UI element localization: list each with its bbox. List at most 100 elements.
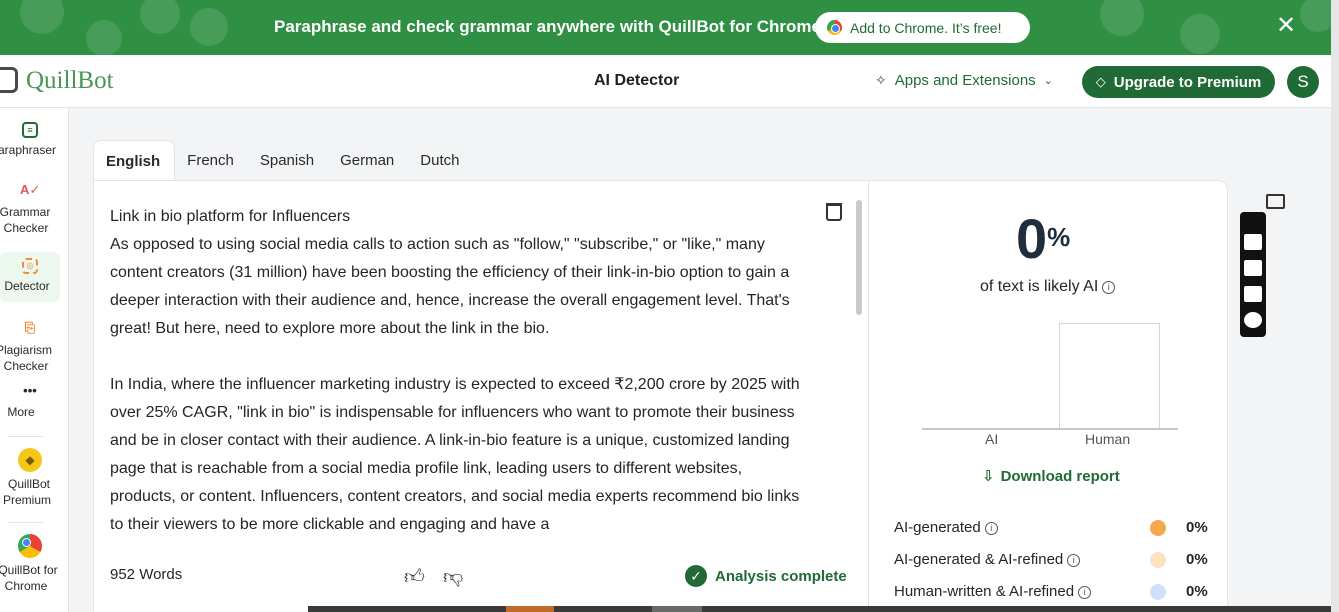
chrome-icon bbox=[827, 20, 842, 35]
tab-dutch[interactable]: Dutch bbox=[408, 140, 473, 181]
tab-german[interactable]: German bbox=[328, 140, 408, 181]
sidebar-divider bbox=[8, 522, 44, 523]
banner-text: Paraphrase and check grammar anywhere wi… bbox=[274, 17, 821, 36]
quillbot-logo[interactable]: QuillBot bbox=[26, 67, 114, 95]
paraphraser-icon: ≡ bbox=[22, 122, 38, 138]
sidebar-label: Plagiarism bbox=[0, 343, 52, 357]
word-count: 952 Words bbox=[110, 566, 183, 583]
percent-sign: % bbox=[1047, 222, 1071, 252]
ai-percentage-value: 0 bbox=[1016, 207, 1048, 270]
results-panel: 0% of text is likely AI i AI Human ⇩ Downl… bbox=[870, 181, 1228, 612]
plagiarism-icon: ⎘ bbox=[24, 320, 36, 335]
top-header: QuillBot AI Detector ✧ Apps and Extensio… bbox=[0, 55, 1331, 108]
legend-row-human-ai-refined: Human-written & AI-refined i 0% bbox=[894, 583, 1214, 603]
language-tabs: English French Spanish German Dutch bbox=[93, 140, 473, 181]
taskbar-strip bbox=[308, 606, 1331, 612]
info-icon[interactable]: i bbox=[1102, 281, 1116, 294]
banner-decor-icon bbox=[1100, 0, 1144, 36]
feedback-chat-icon[interactable] bbox=[1266, 194, 1285, 209]
upgrade-label: Upgrade to Premium bbox=[1113, 73, 1262, 91]
analysis-status: ✓ Analysis complete bbox=[685, 565, 847, 587]
sidebar-item-more[interactable]: ••• More bbox=[0, 383, 60, 420]
window-scrollbar[interactable] bbox=[1331, 0, 1339, 612]
sidebar-label: Paraphraser bbox=[0, 143, 57, 157]
sidebar-label: Detector bbox=[4, 279, 50, 293]
settings-gear-icon[interactable] bbox=[1244, 312, 1262, 328]
diamond-icon: ◇ bbox=[1095, 74, 1106, 89]
apps-extensions-label: Apps and Extensions bbox=[894, 72, 1036, 89]
banner-decor-icon bbox=[1300, 0, 1331, 32]
close-icon[interactable]: ✕ bbox=[1276, 14, 1296, 38]
sidebar: ≡ Paraphraser A✓ Grammar Checker ◎ Detec… bbox=[0, 108, 69, 612]
page-title: AI Detector bbox=[594, 72, 680, 89]
taskbar-segment bbox=[652, 606, 702, 612]
bar-label-human: Human bbox=[1085, 431, 1131, 447]
chrome-icon bbox=[18, 534, 42, 558]
thumbs-down-icon[interactable]: 👎︎ bbox=[443, 565, 463, 589]
info-icon[interactable]: i bbox=[984, 522, 998, 535]
tab-english[interactable]: English bbox=[93, 140, 176, 181]
tab-spanish[interactable]: Spanish bbox=[248, 140, 328, 181]
download-report-button[interactable]: ⇩ Download report bbox=[982, 467, 1120, 485]
detector-card: Link in bio platform for Influencers As … bbox=[93, 180, 1228, 612]
trash-icon[interactable] bbox=[826, 203, 842, 221]
legend-label: Human-written & AI-refined bbox=[894, 583, 1075, 600]
upgrade-premium-button[interactable]: ◇ Upgrade to Premium bbox=[1082, 66, 1275, 98]
sidebar-item-ai-detector[interactable]: ◎ Detector bbox=[0, 252, 60, 302]
chevron-down-icon: ⌄ bbox=[1043, 75, 1053, 87]
avatar[interactable]: S bbox=[1287, 66, 1319, 98]
add-to-chrome-label: Add to Chrome. It’s free! bbox=[850, 19, 1002, 36]
legend-row-ai-generated: AI-generated i 0% bbox=[894, 519, 1214, 539]
banner-decor-icon bbox=[1180, 14, 1220, 54]
sidebar-label: Grammar bbox=[0, 205, 51, 219]
banner-decor-icon bbox=[20, 0, 64, 34]
result-bar-chart bbox=[922, 323, 1178, 430]
ai-detector-icon: ◎ bbox=[22, 258, 38, 274]
sidebar-label: Checker bbox=[3, 359, 49, 373]
camera-icon[interactable] bbox=[1244, 234, 1262, 250]
sidebar-divider bbox=[8, 436, 44, 437]
add-to-chrome-button[interactable]: Add to Chrome. It’s free! bbox=[815, 12, 1030, 43]
legend-dot bbox=[1150, 552, 1166, 568]
check-circle-icon: ✓ bbox=[685, 565, 707, 587]
banner-decor-icon bbox=[190, 8, 228, 46]
legend-value: 0% bbox=[1186, 551, 1208, 568]
text-paragraph: In India, where the influencer marketing… bbox=[110, 376, 800, 533]
sidebar-label: QuillBot for bbox=[0, 563, 58, 577]
tab-french[interactable]: French bbox=[175, 140, 248, 181]
info-icon[interactable]: i bbox=[1067, 554, 1081, 567]
info-icon[interactable]: i bbox=[1078, 586, 1092, 599]
download-icon: ⇩ bbox=[982, 468, 995, 485]
apps-extensions-menu[interactable]: ✧ Apps and Extensions ⌄ bbox=[875, 72, 1053, 89]
thumbs-up-icon[interactable]: 👍︎ bbox=[404, 565, 425, 589]
puzzle-icon: ✧ bbox=[875, 72, 887, 88]
input-text-area[interactable]: Link in bio platform for Influencers As … bbox=[110, 203, 810, 543]
legend-label: AI-generated & AI-refined bbox=[894, 551, 1064, 568]
sidebar-item-paraphraser[interactable]: ≡ Paraphraser bbox=[0, 122, 60, 158]
video-icon[interactable] bbox=[1244, 260, 1262, 276]
sidebar-item-chrome[interactable]: QuillBot for Chrome bbox=[0, 534, 60, 594]
legend-label: AI-generated bbox=[894, 519, 981, 536]
sidebar-item-plagiarism[interactable]: ⎘ Plagiarism Checker bbox=[0, 318, 60, 374]
download-report-label: Download report bbox=[1000, 468, 1120, 485]
sidebar-item-grammar[interactable]: A✓ Grammar Checker bbox=[0, 180, 60, 236]
editor-scrollbar[interactable] bbox=[856, 200, 862, 315]
promo-banner: Paraphrase and check grammar anywhere wi… bbox=[0, 0, 1331, 55]
bar-label-ai: AI bbox=[985, 431, 999, 447]
sidebar-item-premium[interactable]: ◆ QuillBot Premium bbox=[0, 448, 60, 508]
legend-dot bbox=[1150, 584, 1166, 600]
legend-value: 0% bbox=[1186, 519, 1208, 536]
sidebar-label: Premium bbox=[2, 493, 51, 507]
ai-percentage: 0% bbox=[1016, 209, 1070, 269]
copy-icon[interactable] bbox=[1244, 286, 1262, 302]
quillbot-logo-icon bbox=[0, 67, 18, 93]
sidebar-label: QuillBot bbox=[7, 477, 51, 491]
ai-percentage-label-text: of text is likely AI bbox=[980, 278, 1099, 295]
sidebar-label: Checker bbox=[3, 221, 49, 235]
more-dots-icon: ••• bbox=[23, 383, 37, 398]
text-title-line: Link in bio platform for Influencers bbox=[110, 208, 351, 225]
taskbar-segment bbox=[506, 606, 554, 612]
banner-decor-icon bbox=[140, 0, 180, 34]
banner-decor-icon bbox=[86, 20, 122, 55]
capture-toolbar bbox=[1240, 212, 1266, 337]
